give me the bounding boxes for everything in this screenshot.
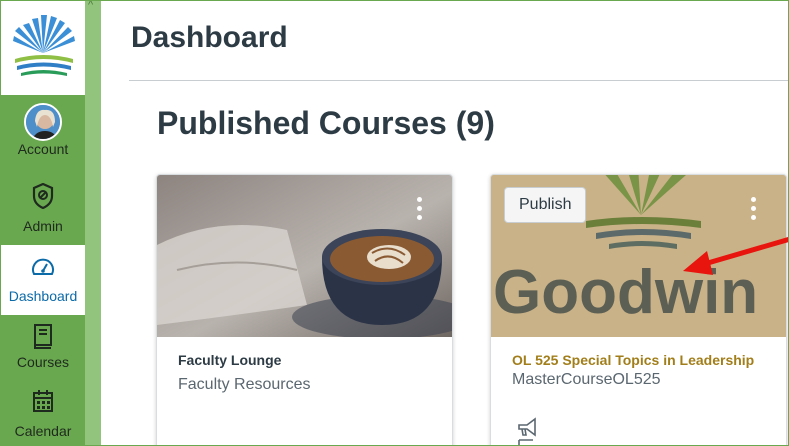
course-code: MasterCourseOL525 [512, 371, 661, 388]
nav-courses[interactable]: Courses [1, 315, 85, 383]
page-title: Dashboard [131, 21, 288, 54]
institution-logo[interactable] [1, 1, 85, 97]
nav-calendar-label: Calendar [14, 423, 72, 439]
app-window: Account Admin Dashboard Courses Calendar… [0, 0, 789, 446]
course-card-ol525[interactable]: Goodwin Publish OL 525 Special Topics in… [490, 174, 787, 446]
nav-courses-label: Courses [16, 354, 70, 370]
nav-dashboard[interactable]: Dashboard [1, 245, 85, 315]
global-nav: Account Admin Dashboard Courses Calendar [1, 1, 85, 445]
nav-dashboard-label: Dashboard [8, 288, 78, 304]
collapse-chevron-icon[interactable]: ^ [88, 1, 93, 11]
course-card-faculty-lounge[interactable]: Faculty Lounge Faculty Resources [156, 174, 453, 445]
calendar-icon [33, 390, 53, 412]
section-title: Published Courses (9) [157, 105, 495, 141]
book-icon [34, 324, 52, 349]
red-arrow-annotation-icon [683, 236, 788, 275]
sunburst-logo-icon [13, 15, 75, 76]
nav-account-label: Account [17, 141, 69, 157]
nav-calendar[interactable]: Calendar [1, 383, 85, 445]
avatar [24, 103, 62, 141]
publish-button[interactable]: Publish [504, 187, 587, 223]
nav-admin[interactable]: Admin [1, 175, 85, 243]
coffee-cup-image [157, 175, 452, 337]
nav-account[interactable]: Account [1, 97, 85, 165]
dashboard-gauge-icon [32, 258, 54, 275]
nav-admin-label: Admin [23, 218, 63, 234]
shield-icon [32, 183, 54, 209]
course-name[interactable]: Faculty Lounge [178, 352, 281, 368]
user-photo-icon [26, 105, 60, 139]
announcements-megaphone-icon[interactable] [515, 416, 539, 446]
course-card-image[interactable] [157, 175, 452, 337]
header-divider [129, 80, 788, 81]
card-options-kebab-icon[interactable] [409, 195, 429, 225]
course-name[interactable]: OL 525 Special Topics in Leadership [512, 352, 754, 368]
card-options-kebab-icon[interactable] [743, 195, 763, 225]
nav-collapse-strip[interactable]: ^ [85, 1, 101, 445]
course-code: Faculty Resources [178, 376, 311, 393]
